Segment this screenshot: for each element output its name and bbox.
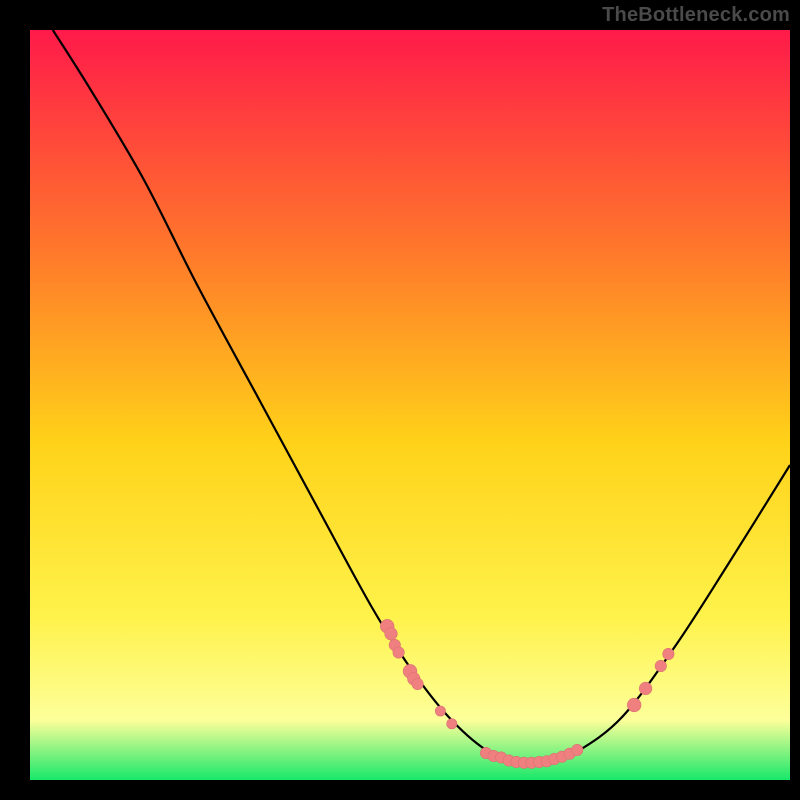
data-marker xyxy=(447,719,457,729)
attribution-label: TheBottleneck.com xyxy=(602,4,790,27)
data-marker xyxy=(572,744,583,755)
data-marker xyxy=(412,678,423,689)
data-marker xyxy=(435,706,445,716)
data-marker xyxy=(639,682,652,695)
chart-container: TheBottleneck.com xyxy=(0,0,800,800)
data-marker xyxy=(393,647,404,658)
data-marker xyxy=(385,627,398,640)
data-marker xyxy=(663,648,674,659)
data-marker xyxy=(655,660,666,671)
bottleneck-chart xyxy=(0,0,800,800)
data-marker xyxy=(627,698,641,712)
